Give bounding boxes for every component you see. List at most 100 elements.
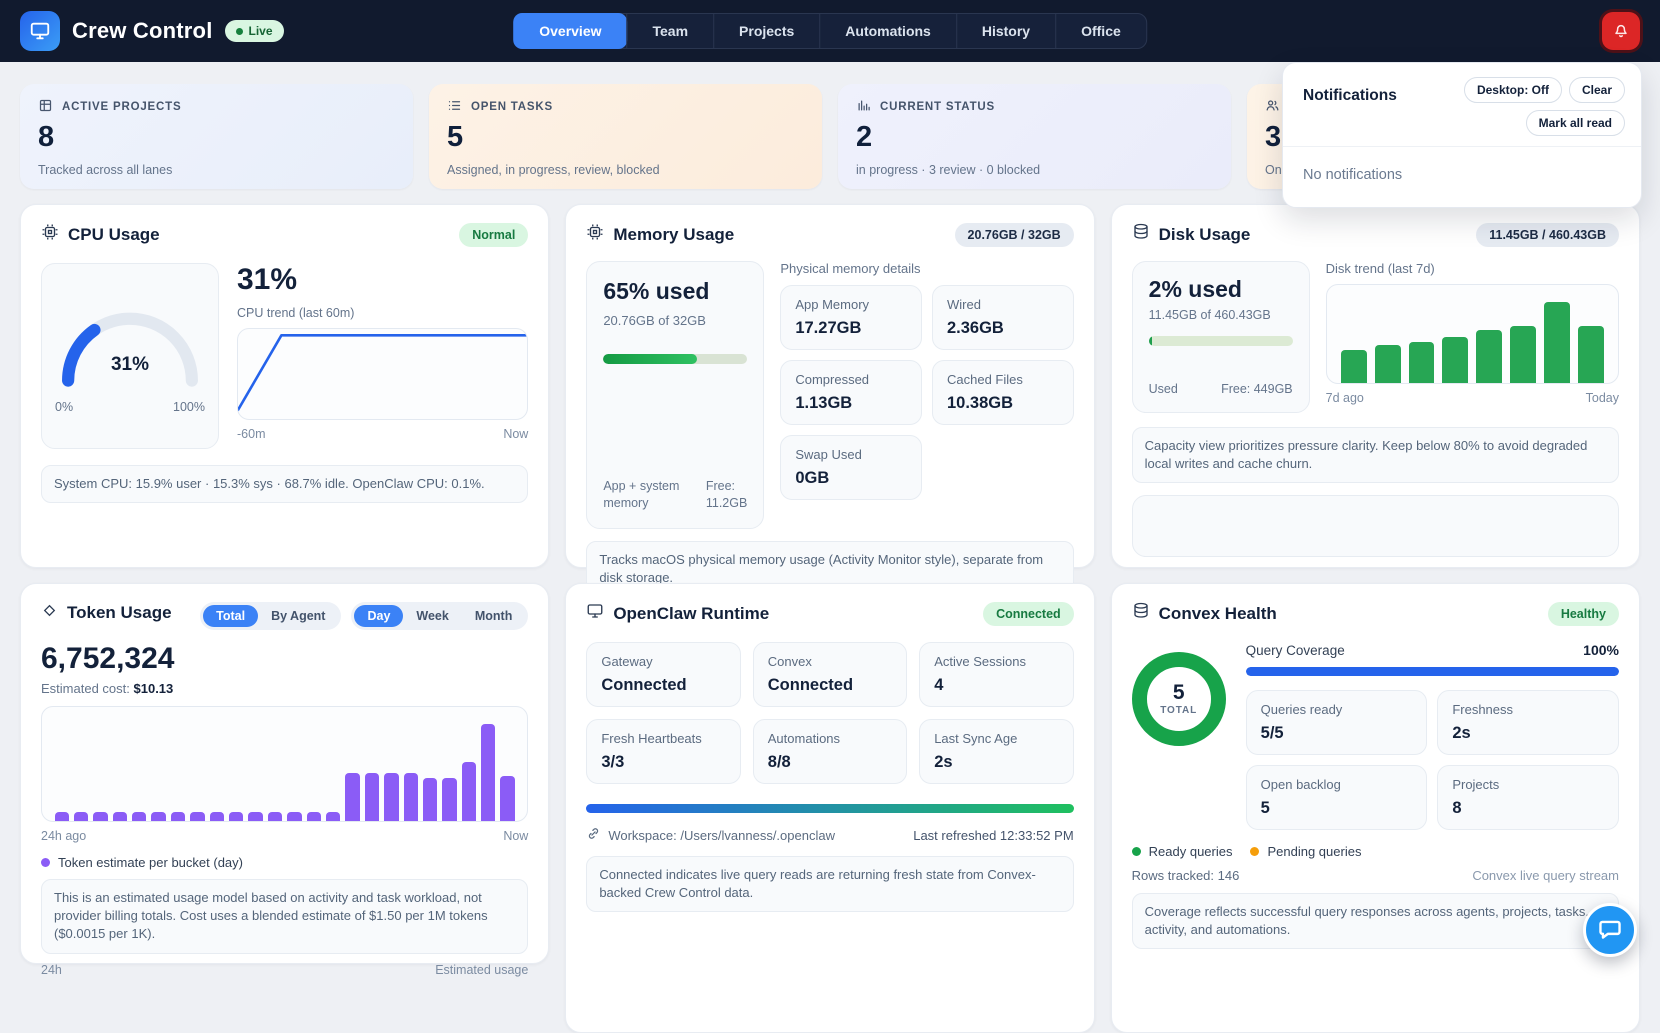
bar bbox=[365, 773, 379, 821]
coverage-fill bbox=[1246, 667, 1619, 676]
memory-total-badge: 20.76GB / 32GB bbox=[955, 223, 1074, 247]
cpu-gauge-panel: 31% 0% 100% bbox=[41, 263, 219, 449]
bar bbox=[190, 812, 204, 821]
seg-option-by-agent[interactable]: By Agent bbox=[258, 605, 338, 627]
runtime-monitor-icon bbox=[586, 602, 604, 625]
grid-icon bbox=[38, 98, 53, 116]
tab-office[interactable]: Office bbox=[1055, 14, 1146, 48]
tab-team[interactable]: Team bbox=[626, 14, 713, 48]
metrics-row-1: CPU Usage Normal 31% 0% 100% bbox=[20, 204, 1640, 568]
stat-label: CURRENT STATUS bbox=[880, 101, 995, 113]
bar bbox=[1578, 326, 1604, 383]
seg-option-total[interactable]: Total bbox=[203, 605, 258, 627]
runtime-tile-sessions: Active Sessions4 bbox=[919, 642, 1073, 707]
legend-ready-label: Ready queries bbox=[1149, 844, 1233, 859]
seg-option-week[interactable]: Week bbox=[403, 605, 461, 627]
seg-option-month[interactable]: Month bbox=[462, 605, 525, 627]
convex-tile-projects: Projects8 bbox=[1437, 765, 1619, 830]
notifications-bell-button[interactable] bbox=[1602, 12, 1640, 50]
bar bbox=[132, 812, 146, 821]
disk-used-pct: 2% used bbox=[1149, 276, 1293, 303]
stat-open-tasks: OPEN TASKS 5 Assigned, in progress, revi… bbox=[429, 84, 822, 189]
cpu-note: System CPU: 15.9% user · 15.3% sys · 68.… bbox=[41, 465, 528, 503]
tab-overview[interactable]: Overview bbox=[513, 13, 627, 49]
clear-button[interactable]: Clear bbox=[1569, 77, 1625, 103]
app-logo-icon bbox=[20, 11, 60, 51]
token-footer-left: 24h bbox=[41, 963, 62, 977]
disk-total-badge: 11.45GB / 460.43GB bbox=[1476, 223, 1619, 247]
gauge-max: 100% bbox=[173, 400, 205, 414]
stream-label: Convex live query stream bbox=[1472, 868, 1619, 883]
disk-trend-label: Disk trend (last 7d) bbox=[1326, 261, 1619, 276]
token-cost-label: Estimated cost: bbox=[41, 681, 130, 696]
disk-summary-panel: 2% used 11.45GB of 460.43GB Used Free: 4… bbox=[1132, 261, 1310, 413]
tab-history[interactable]: History bbox=[956, 14, 1055, 48]
card-title: Memory Usage bbox=[613, 225, 734, 245]
donut-value: 5 bbox=[1173, 682, 1185, 703]
memory-tile-wired: Wired2.36GB bbox=[932, 285, 1074, 350]
runtime-tile-convex: ConvexConnected bbox=[753, 642, 907, 707]
bar bbox=[423, 778, 437, 821]
desktop-toggle-button[interactable]: Desktop: Off bbox=[1464, 77, 1562, 103]
bar bbox=[307, 812, 321, 821]
memory-left-caption: App + system memory bbox=[603, 478, 698, 512]
legend-dot-ready bbox=[1132, 847, 1141, 856]
convex-tile-freshness: Freshness2s bbox=[1437, 690, 1619, 755]
memory-usage-card: Memory Usage 20.76GB / 32GB 65% used 20.… bbox=[565, 204, 1094, 568]
memory-tile-swap: Swap Used0GB bbox=[780, 435, 922, 500]
users-icon bbox=[1265, 98, 1280, 116]
runtime-workspace: Workspace: /Users/lvanness/.openclaw bbox=[608, 828, 835, 843]
bar bbox=[113, 812, 127, 821]
cpu-usage-card: CPU Usage Normal 31% 0% 100% bbox=[20, 204, 549, 568]
bar bbox=[93, 812, 107, 821]
card-title: OpenClaw Runtime bbox=[613, 604, 769, 624]
tab-projects[interactable]: Projects bbox=[713, 14, 819, 48]
bar bbox=[55, 812, 69, 821]
stat-label: ACTIVE PROJECTS bbox=[62, 101, 181, 113]
bar bbox=[326, 812, 340, 821]
live-badge: Live bbox=[225, 20, 284, 42]
bar bbox=[1341, 350, 1367, 383]
bar bbox=[462, 762, 476, 821]
cpu-gauge bbox=[55, 299, 205, 391]
disk-usage-card: Disk Usage 11.45GB / 460.43GB 2% used 11… bbox=[1111, 204, 1640, 568]
stat-value: 2 bbox=[856, 123, 1213, 152]
memory-summary-panel: 65% used 20.76GB of 32GB App + system me… bbox=[586, 261, 764, 529]
disk-extra-panel bbox=[1132, 495, 1619, 557]
bar bbox=[500, 776, 514, 821]
cpu-status-badge: Normal bbox=[459, 223, 528, 247]
memory-used-pct: 65% used bbox=[603, 278, 747, 305]
main-nav: Overview Team Projects Automations Histo… bbox=[513, 13, 1147, 49]
metrics-row-2: Token Usage Total By Agent Day Week Mont… bbox=[20, 583, 1640, 1033]
bar bbox=[1544, 302, 1570, 383]
bar bbox=[151, 812, 165, 821]
stat-value: 5 bbox=[447, 123, 804, 152]
bar bbox=[248, 812, 262, 821]
cpu-big-value: 31% bbox=[237, 263, 528, 297]
stat-current-status: CURRENT STATUS 2 in progress · 3 review … bbox=[838, 84, 1231, 189]
token-usage-card: Token Usage Total By Agent Day Week Mont… bbox=[20, 583, 549, 964]
stat-label: OPEN TASKS bbox=[471, 101, 553, 113]
card-title: Token Usage bbox=[67, 603, 172, 623]
cpu-x-end: Now bbox=[503, 427, 528, 441]
mark-all-read-button[interactable]: Mark all read bbox=[1526, 110, 1625, 136]
convex-tile-backlog: Open backlog5 bbox=[1246, 765, 1428, 830]
runtime-tile-sync-age: Last Sync Age2s bbox=[919, 719, 1073, 784]
cpu-gauge-value: 31% bbox=[55, 354, 205, 376]
runtime-tile-automations: Automations8/8 bbox=[753, 719, 907, 784]
bar bbox=[1476, 330, 1502, 383]
disk-progress-fill bbox=[1149, 336, 1152, 346]
bar bbox=[229, 812, 243, 821]
memory-chip-icon bbox=[586, 223, 604, 246]
token-scope-segment: Total By Agent bbox=[200, 602, 341, 630]
tab-automations[interactable]: Automations bbox=[819, 14, 956, 48]
bar bbox=[1510, 326, 1536, 383]
seg-option-day[interactable]: Day bbox=[354, 605, 403, 627]
crew-control-dashboard: Crew Control Live Overview Team Projects… bbox=[0, 0, 1660, 1033]
chat-fab-button[interactable] bbox=[1583, 903, 1637, 957]
bar bbox=[481, 724, 495, 821]
bar bbox=[384, 773, 398, 821]
live-badge-label: Live bbox=[249, 24, 273, 38]
card-title: CPU Usage bbox=[68, 225, 160, 245]
convex-note: Coverage reflects successful query respo… bbox=[1132, 893, 1619, 949]
